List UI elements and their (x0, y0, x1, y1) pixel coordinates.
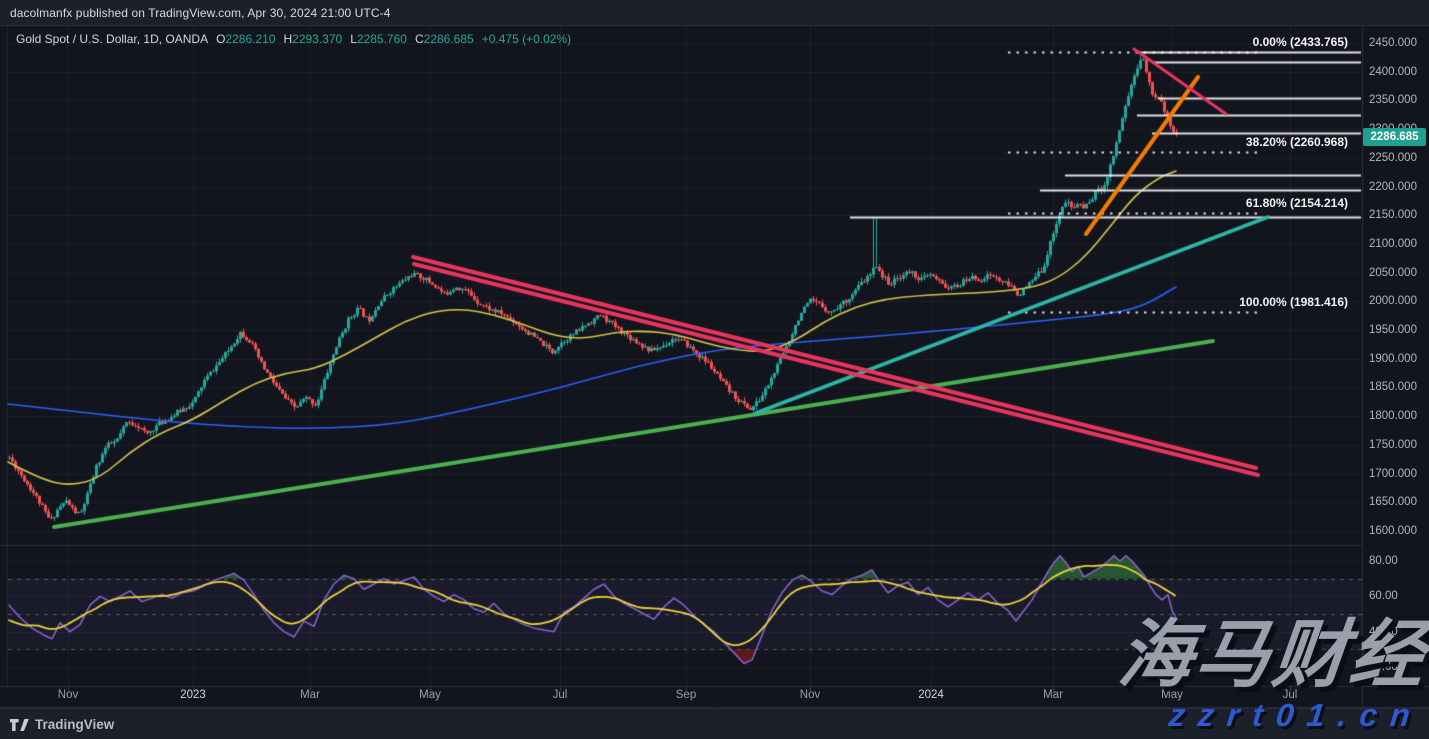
symbol-legend[interactable]: Gold Spot / U.S. Dollar, 1D, OANDA O2286.… (16, 32, 571, 46)
high-label: H2293.370 (283, 32, 342, 46)
change-value: +0.475 (+0.02%) (482, 32, 571, 46)
price-tick-label: 2400.000 (1369, 66, 1417, 78)
open-label: O2286.210 (216, 32, 275, 46)
time-tick-label: 2024 (918, 689, 944, 701)
price-tick-label: 2200.000 (1369, 181, 1417, 193)
fib-level-label: 0.00% (2433.765) (1253, 35, 1348, 49)
tradingview-brand-link[interactable]: TradingView (10, 717, 114, 732)
watermark-cjk-text: 海马财经 (1115, 618, 1429, 692)
fib-level-label: 61.80% (2154.214) (1246, 196, 1348, 210)
time-tick-label: Mar (1043, 689, 1063, 701)
price-tick-label: 2350.000 (1369, 94, 1417, 106)
publish-info-text: dacolmanfx published on TradingView.com,… (10, 6, 391, 20)
high-value: 2293.370 (292, 32, 342, 46)
open-value: 2286.210 (225, 32, 275, 46)
price-tick-label: 2450.000 (1369, 37, 1417, 49)
publish-header-bar: dacolmanfx published on TradingView.com,… (0, 0, 1429, 26)
last-price-badge: 2286.685 (1363, 128, 1426, 146)
close-label: C2286.685 (415, 32, 474, 46)
price-tick-label: 1600.000 (1369, 525, 1417, 537)
time-tick-label: Nov (58, 689, 78, 701)
close-value: 2286.685 (424, 32, 474, 46)
time-tick-label: May (419, 689, 441, 701)
fib-level-label: 100.00% (1981.416) (1239, 295, 1348, 309)
price-tick-label: 1700.000 (1369, 468, 1417, 480)
tradingview-published-chart: dacolmanfx published on TradingView.com,… (0, 0, 1429, 739)
price-tick-label: 1650.000 (1369, 496, 1417, 508)
rsi-tick-label: 80.00 (1369, 555, 1398, 567)
price-tick-label: 1800.000 (1369, 410, 1417, 422)
price-tick-label: 1900.000 (1369, 353, 1417, 365)
price-tick-label: 2150.000 (1369, 209, 1417, 221)
price-tick-label: 2050.000 (1369, 267, 1417, 279)
low-label: L2285.760 (350, 32, 407, 46)
time-tick-label: 2023 (180, 689, 206, 701)
time-tick-label: Sep (676, 689, 696, 701)
price-tick-label: 2250.000 (1369, 152, 1417, 164)
time-tick-label: Jul (553, 689, 568, 701)
tradingview-logo-icon (10, 718, 29, 732)
price-tick-label: 1850.000 (1369, 381, 1417, 393)
price-tick-label: 2100.000 (1369, 238, 1417, 250)
fib-level-label: 38.20% (2260.968) (1246, 135, 1348, 149)
time-tick-label: Mar (300, 689, 320, 701)
price-tick-label: 1750.000 (1369, 439, 1417, 451)
low-value: 2285.760 (357, 32, 407, 46)
watermark-url-text: zzrt01.cn (1167, 697, 1425, 734)
price-tick-label: 2000.000 (1369, 295, 1417, 307)
time-tick-label: Nov (800, 689, 820, 701)
symbol-title: Gold Spot / U.S. Dollar, 1D, OANDA (16, 32, 208, 46)
tradingview-brand-text: TradingView (35, 717, 114, 732)
rsi-tick-label: 60.00 (1369, 590, 1398, 602)
price-tick-label: 1950.000 (1369, 324, 1417, 336)
